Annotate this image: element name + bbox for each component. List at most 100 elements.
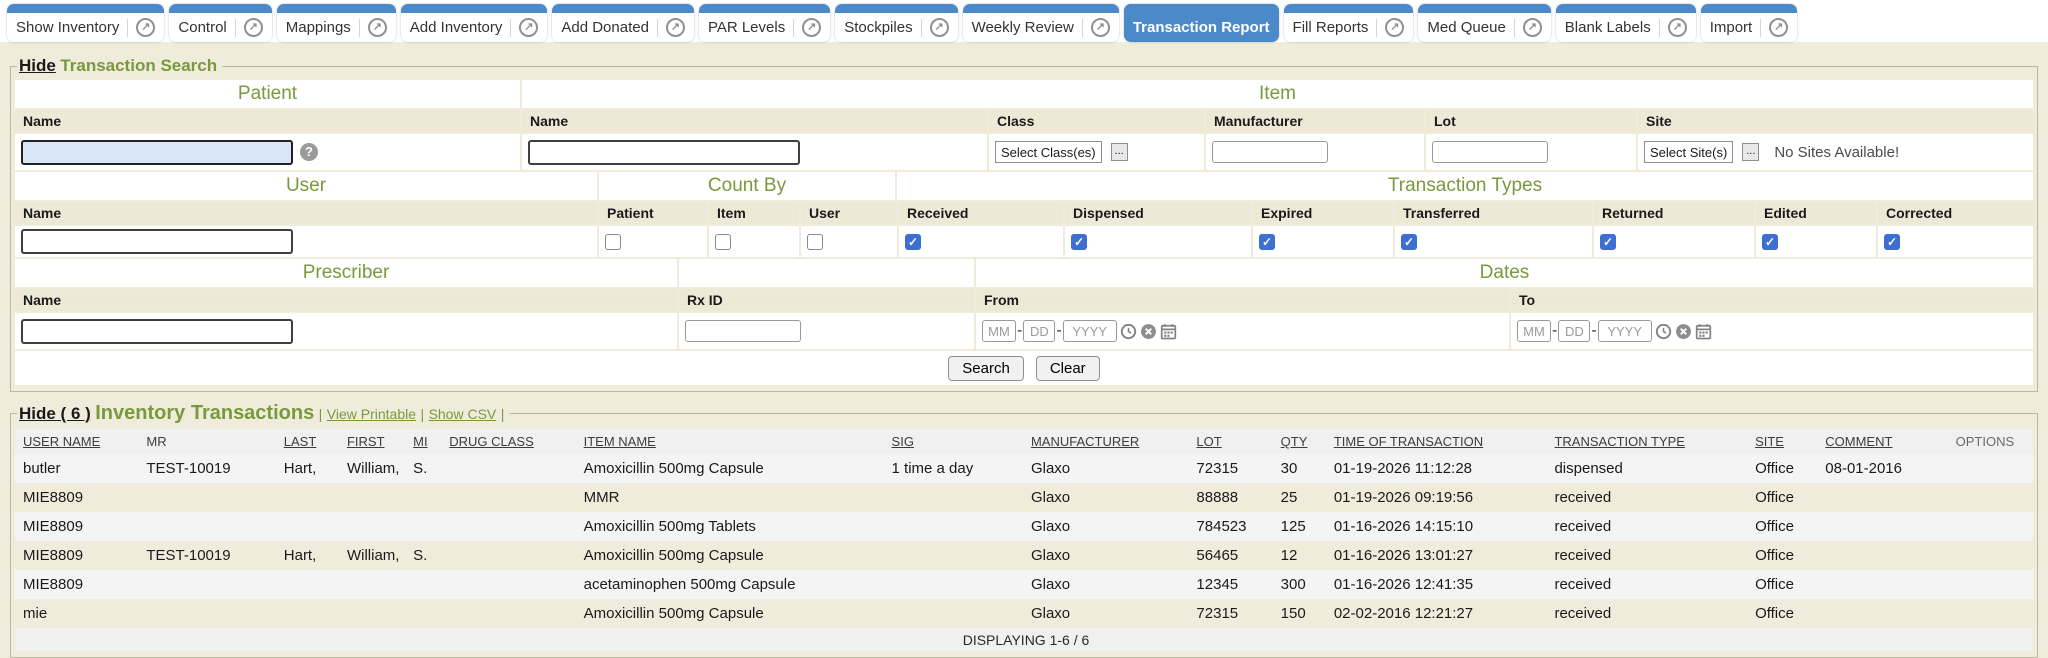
- cell-qty: 12: [1273, 541, 1326, 570]
- external-link-icon[interactable]: ↗: [1769, 18, 1788, 37]
- external-link-icon[interactable]: ↗: [136, 18, 155, 37]
- item-name-input[interactable]: [528, 140, 800, 165]
- tab-mappings[interactable]: Mappings ↗: [277, 4, 396, 42]
- count-by-patient-checkbox[interactable]: [605, 234, 621, 250]
- class-select-ellipsis-button[interactable]: ...: [1111, 143, 1128, 161]
- column-header-item-name[interactable]: ITEM NAME: [576, 429, 884, 454]
- tab-stockpiles[interactable]: Stockpiles↗: [835, 4, 957, 42]
- cell-lot: 784523: [1188, 512, 1272, 541]
- tab-par-levels[interactable]: PAR Levels↗: [699, 4, 830, 42]
- cell-last: [276, 570, 339, 599]
- prescriber-name-input[interactable]: [21, 319, 293, 344]
- to-calendar-icon[interactable]: [1695, 323, 1712, 340]
- column-header-mi[interactable]: MI: [405, 429, 441, 454]
- column-header-qty[interactable]: QTY: [1273, 429, 1326, 454]
- show-csv-link[interactable]: Show CSV: [429, 406, 497, 422]
- site-select-ellipsis-button[interactable]: ...: [1742, 143, 1759, 161]
- to-clear-icon[interactable]: [1675, 323, 1692, 340]
- to-year-input[interactable]: YYYY: [1598, 320, 1652, 342]
- clear-button[interactable]: Clear: [1036, 356, 1100, 381]
- tab-add-inventory[interactable]: Add Inventory↗: [401, 4, 548, 42]
- view-printable-link[interactable]: View Printable: [327, 406, 416, 422]
- column-header-lot[interactable]: LOT: [1188, 429, 1272, 454]
- from-day-input[interactable]: DD: [1023, 320, 1055, 342]
- external-link-icon[interactable]: ↗: [368, 18, 387, 37]
- search-button[interactable]: Search: [948, 356, 1024, 381]
- column-header-last[interactable]: LAST: [276, 429, 339, 454]
- column-header-site[interactable]: SITE: [1747, 429, 1817, 454]
- column-header-transaction-type[interactable]: TRANSACTION TYPE: [1546, 429, 1747, 454]
- tab-roof: [963, 4, 1119, 13]
- to-time-icon[interactable]: [1655, 323, 1672, 340]
- column-header-sig[interactable]: SIG: [884, 429, 1023, 454]
- manufacturer-input[interactable]: [1212, 141, 1328, 163]
- tab-label: Add Donated: [561, 19, 649, 36]
- manufacturer-label: Manufacturer: [1206, 110, 1424, 132]
- from-year-input[interactable]: YYYY: [1063, 320, 1117, 342]
- cell-options: [1948, 599, 2033, 628]
- site-select[interactable]: Select Site(s): [1644, 141, 1733, 163]
- hide-search-link[interactable]: Hide: [19, 56, 56, 75]
- tab-label: Transaction Report: [1133, 19, 1270, 36]
- top-tab-bar: Show Inventory↗ Control↗ Mappings ↗ Add I…: [0, 0, 2048, 42]
- help-icon[interactable]: ?: [300, 143, 318, 161]
- to-day-input[interactable]: DD: [1558, 320, 1590, 342]
- count-by-item-checkbox[interactable]: [715, 234, 731, 250]
- column-header-first[interactable]: FIRST: [339, 429, 405, 454]
- patient-name-input[interactable]: [21, 140, 293, 165]
- count-by-user-checkbox[interactable]: [807, 234, 823, 250]
- tab-fill-reports[interactable]: Fill Reports↗: [1284, 4, 1414, 42]
- column-header-drug-class[interactable]: DRUG CLASS: [441, 429, 575, 454]
- patient-name-label: Name: [15, 110, 520, 132]
- type-dispensed-checkbox[interactable]: [1071, 234, 1087, 250]
- tab-control[interactable]: Control↗: [169, 4, 271, 42]
- tab-label: Import: [1710, 19, 1753, 36]
- external-link-icon[interactable]: ↗: [1091, 18, 1110, 37]
- column-header-user-name[interactable]: USER NAME: [15, 429, 138, 454]
- cell-mr: TEST-10019: [138, 541, 275, 570]
- external-link-icon[interactable]: ↗: [802, 18, 821, 37]
- tab-add-donated[interactable]: Add Donated ↗: [552, 4, 694, 42]
- tab-show-inventory[interactable]: Show Inventory↗: [7, 4, 164, 42]
- external-link-icon[interactable]: ↗: [519, 18, 538, 37]
- from-month-input[interactable]: MM: [982, 320, 1016, 342]
- cell-manufacturer: Glaxo: [1023, 483, 1188, 512]
- cell-type: received: [1546, 483, 1747, 512]
- class-select[interactable]: Select Class(es): [995, 141, 1102, 163]
- column-header-manufacturer[interactable]: MANUFACTURER: [1023, 429, 1188, 454]
- item-name-label: Name: [522, 110, 987, 132]
- type-returned-checkbox[interactable]: [1600, 234, 1616, 250]
- cell-user-name: mie: [15, 599, 138, 628]
- tab-weekly-review[interactable]: Weekly Review↗: [963, 4, 1119, 42]
- type-corrected-checkbox[interactable]: [1884, 234, 1900, 250]
- tab-import[interactable]: Import ↗: [1701, 4, 1798, 42]
- external-link-icon[interactable]: ↗: [1523, 18, 1542, 37]
- tab-blank-labels[interactable]: Blank Labels↗: [1556, 4, 1696, 42]
- external-link-icon[interactable]: ↗: [930, 18, 949, 37]
- column-header-time-of-transaction[interactable]: TIME OF TRANSACTION: [1326, 429, 1547, 454]
- cell-drug-class: [441, 512, 575, 541]
- hide-results-link[interactable]: Hide ( 6 ): [19, 404, 91, 423]
- external-link-icon[interactable]: ↗: [1385, 18, 1404, 37]
- tab-med-queue[interactable]: Med Queue↗: [1418, 4, 1550, 42]
- rx-id-input[interactable]: [685, 320, 801, 342]
- external-link-icon[interactable]: ↗: [666, 18, 685, 37]
- user-name-input[interactable]: [21, 229, 293, 254]
- column-header-comment[interactable]: COMMENT: [1817, 429, 1947, 454]
- type-edited-checkbox[interactable]: [1762, 234, 1778, 250]
- type-transferred-checkbox[interactable]: [1401, 234, 1417, 250]
- external-link-icon[interactable]: ↗: [244, 18, 263, 37]
- lot-input[interactable]: [1432, 141, 1548, 163]
- external-link-icon[interactable]: ↗: [1668, 18, 1687, 37]
- cell-item-name: acetaminophen 500mg Capsule: [576, 570, 884, 599]
- cell-last: Hart,: [276, 541, 339, 570]
- from-calendar-icon[interactable]: [1160, 323, 1177, 340]
- from-clear-icon[interactable]: [1140, 323, 1157, 340]
- type-expired-checkbox[interactable]: [1259, 234, 1275, 250]
- type-received-checkbox[interactable]: [905, 234, 921, 250]
- from-time-icon[interactable]: [1120, 323, 1137, 340]
- tab-label: Mappings: [286, 19, 351, 36]
- to-month-input[interactable]: MM: [1517, 320, 1551, 342]
- tab-transaction-report[interactable]: Transaction Report: [1124, 4, 1279, 42]
- search-panel-title: Transaction Search: [60, 56, 217, 75]
